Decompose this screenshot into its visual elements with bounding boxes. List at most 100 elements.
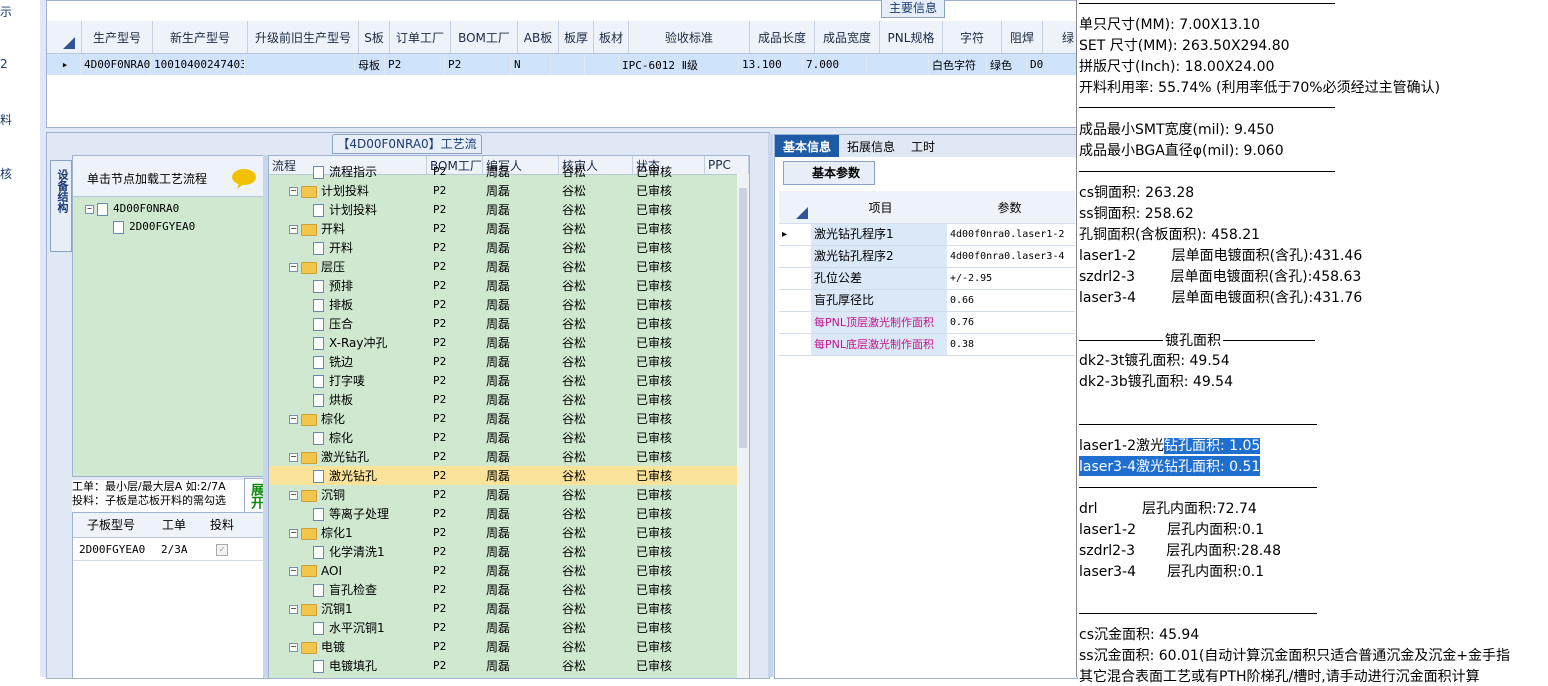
checker-cell[interactable]: 谷松	[559, 353, 633, 370]
checker-cell[interactable]: 谷松	[559, 505, 633, 522]
checker-cell[interactable]: 谷松	[559, 410, 633, 427]
collapse-icon[interactable]: −	[289, 529, 298, 538]
checker-cell[interactable]: 谷松	[559, 239, 633, 256]
flow-name-cell[interactable]: 电镀填孔	[269, 657, 427, 674]
collapse-icon[interactable]: −	[289, 225, 298, 234]
writer-cell[interactable]: 周磊	[483, 638, 559, 655]
writer-cell[interactable]: 周磊	[483, 372, 559, 389]
status-cell[interactable]: 已审核	[633, 353, 705, 370]
bom-factory-cell[interactable]: P2	[427, 450, 483, 463]
writer-cell[interactable]: 周磊	[483, 524, 559, 541]
col-header[interactable]: 工单	[149, 513, 199, 537]
writer-cell[interactable]: 周磊	[483, 562, 559, 579]
bom-factory-cell[interactable]: P2	[427, 526, 483, 539]
col-header[interactable]: 参数	[947, 199, 1069, 216]
param-value-cell[interactable]: 0.66	[947, 295, 1069, 306]
status-cell[interactable]: 已审核	[633, 201, 705, 218]
flow-name-cell[interactable]: − 沉铜	[269, 486, 427, 503]
table-row[interactable]: ▸ 4D00F0NRA0 10010400247403 母板 P2 P2 N I…	[47, 54, 1077, 75]
param-name-cell[interactable]: 每PNL底层激光制作面积	[811, 334, 947, 355]
bom-factory-cell[interactable]: P2	[427, 431, 483, 444]
cell[interactable]	[245, 54, 355, 75]
flow-row[interactable]: − 沉铜1 P2 周磊 谷松 已审核	[269, 599, 749, 618]
col-header[interactable]: AB板	[518, 21, 559, 53]
checker-cell[interactable]: 谷松	[559, 657, 633, 674]
collapse-icon[interactable]: −	[289, 415, 298, 424]
flow-name-cell[interactable]: − 棕化1	[269, 524, 427, 541]
flow-row[interactable]: − 沉铜 P2 周磊 谷松 已审核	[269, 485, 749, 504]
flow-name-cell[interactable]: 棕化	[269, 429, 427, 446]
cell[interactable]: IPC-6012 Ⅱ级	[619, 54, 739, 75]
flow-row[interactable]: 铣边 P2 周磊 谷松 已审核	[269, 352, 749, 371]
collapse-icon[interactable]: −	[289, 643, 298, 652]
collapse-icon[interactable]: −	[289, 605, 298, 614]
param-row[interactable]: 每PNL底层激光制作面积 0.38	[779, 334, 1075, 356]
writer-cell[interactable]: 周磊	[483, 277, 559, 294]
status-cell[interactable]: 已审核	[633, 315, 705, 332]
bom-factory-cell[interactable]: P2	[427, 640, 483, 653]
flow-row[interactable]: 打字唛 P2 周磊 谷松 已审核	[269, 371, 749, 390]
flow-row[interactable]: 棕化 P2 周磊 谷松 已审核	[269, 428, 749, 447]
table-row[interactable]: 2D00FGYEA0 2/3A ✓	[73, 538, 263, 561]
col-header[interactable]: 成品宽度	[815, 21, 880, 53]
col-header[interactable]: S板	[359, 21, 390, 53]
col-header[interactable]: 升级前旧生产型号	[248, 21, 359, 53]
feed-checkbox[interactable]: ✓	[199, 542, 245, 556]
writer-cell[interactable]: 周磊	[483, 600, 559, 617]
col-header[interactable]: 新生产型号	[153, 21, 248, 53]
cell[interactable]: P2	[385, 54, 445, 75]
bom-factory-cell[interactable]: P2	[427, 355, 483, 368]
writer-cell[interactable]: 周磊	[483, 581, 559, 598]
cell[interactable]: 4D00F0NRA0	[81, 54, 151, 75]
status-cell[interactable]: 已审核	[633, 277, 705, 294]
flow-name-cell[interactable]: 预排	[269, 277, 427, 294]
tab-basic-info[interactable]: 基本信息	[775, 135, 840, 157]
param-value-cell[interactable]: 0.38	[947, 339, 1069, 350]
status-cell[interactable]: 已审核	[633, 258, 705, 275]
writer-cell[interactable]: 周磊	[483, 657, 559, 674]
col-header[interactable]: 投料	[199, 513, 245, 537]
flow-name-cell[interactable]: 烘板	[269, 391, 427, 408]
checker-cell[interactable]: 谷松	[559, 315, 633, 332]
cell[interactable]: 母板	[355, 54, 385, 75]
status-cell[interactable]: 已审核	[633, 562, 705, 579]
cell[interactable]: N	[511, 54, 551, 75]
flow-row[interactable]: X-Ray冲孔 P2 周磊 谷松 已审核	[269, 333, 749, 352]
writer-cell[interactable]: 周磊	[483, 505, 559, 522]
checker-cell[interactable]: 谷松	[559, 619, 633, 636]
flow-row[interactable]: − 电镀 P2 周磊 谷松 已审核	[269, 637, 749, 656]
col-header[interactable]: 字符	[943, 21, 1002, 53]
cell[interactable]: 2/3A	[149, 543, 199, 556]
checker-cell[interactable]: 谷松	[559, 486, 633, 503]
checker-cell[interactable]: 谷松	[559, 201, 633, 218]
collapse-icon[interactable]: −	[85, 204, 94, 214]
flow-name-cell[interactable]: − AOI	[269, 564, 427, 578]
param-row[interactable]: 激光钻孔程序2 4d00f0nra0.laser3-4	[779, 246, 1075, 268]
col-header[interactable]: 阻焊	[1002, 21, 1043, 53]
tab-extended-info[interactable]: 拓展信息	[839, 135, 903, 157]
flow-row[interactable]: 烘板 P2 周磊 谷松 已审核	[269, 390, 749, 409]
col-header[interactable]: 生产型号	[82, 21, 153, 53]
bom-factory-cell[interactable]: P2	[427, 336, 483, 349]
writer-cell[interactable]: 周磊	[483, 334, 559, 351]
flow-row[interactable]: − 层压 P2 周磊 谷松 已审核	[269, 257, 749, 276]
status-cell[interactable]: 已审核	[633, 410, 705, 427]
flow-row[interactable]: 等离子处理 P2 周磊 谷松 已审核	[269, 504, 749, 523]
checker-cell[interactable]: 谷松	[559, 562, 633, 579]
flow-row[interactable]: 流程指示 P2 周磊 谷松 已审核	[269, 162, 749, 181]
flow-name-cell[interactable]: 盲孔检查	[269, 581, 427, 598]
writer-cell[interactable]: 周磊	[483, 182, 559, 199]
flow-name-cell[interactable]: 打字唛	[269, 372, 427, 389]
flow-row[interactable]: 水平沉铜1 P2 周磊 谷松 已审核	[269, 618, 749, 637]
param-name-cell[interactable]: 激光钻孔程序1	[811, 224, 947, 245]
side-tab-equipment[interactable]: 设备结构	[50, 160, 72, 252]
bom-factory-cell[interactable]: P2	[427, 393, 483, 406]
cell[interactable]: 2D00FGYEA0	[73, 543, 149, 556]
flow-name-cell[interactable]: 水平沉铜1	[269, 619, 427, 636]
flow-name-cell[interactable]: − 层压	[269, 258, 427, 275]
status-cell[interactable]: 已审核	[633, 600, 705, 617]
flow-row[interactable]: 排板 P2 周磊 谷松 已审核	[269, 295, 749, 314]
writer-cell[interactable]: 周磊	[483, 296, 559, 313]
param-row[interactable]: 盲孔厚径比 0.66	[779, 290, 1075, 312]
splitter[interactable]	[768, 134, 773, 677]
